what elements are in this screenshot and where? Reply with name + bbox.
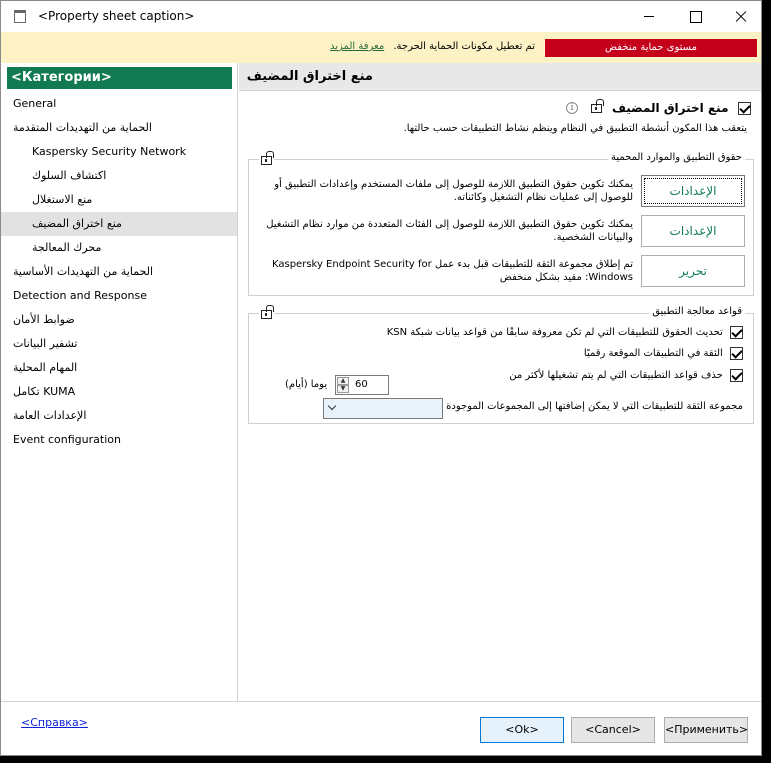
dialog-footer: <Справка> <Ok> <Cancel> <Применить> <box>1 701 761 755</box>
trust-group-edit-button[interactable]: تحرير <box>641 255 745 287</box>
ok-button[interactable]: <Ok> <box>480 717 564 743</box>
enable-component-label: منع اختراق المضيف <box>611 101 729 115</box>
trust-signed-label: الثقة في التطبيقات الموقعة رقميًا <box>583 348 723 359</box>
title-bar: <Property sheet caption> <box>1 1 761 32</box>
rights-lock-icon-wrap[interactable] <box>259 150 274 166</box>
categories-header: <Категории> <box>7 67 232 89</box>
property-sheet-window: <Property sheet caption> تم تعطيل مكونات… <box>0 0 762 756</box>
days-spinbox[interactable]: ▲ ▼ 60 <box>335 375 389 395</box>
nav-item-kuma-integration[interactable]: تكامل KUMA <box>1 380 237 404</box>
delete-rules-label: حذف قواعد التطبيقات التي لم يتم تشغيلها … <box>509 370 723 381</box>
learn-more-link[interactable]: معرفة المزيد <box>330 41 384 52</box>
file-rights-description: يمكنك تكوين حقوق التطبيق اللازمة للوصول … <box>274 179 633 203</box>
trust-signed-checkbox[interactable] <box>730 347 743 360</box>
protection-level-badge: مستوى حماية منخفض <box>545 39 757 57</box>
nav-item-local-tasks[interactable]: المهام المحلية <box>1 356 237 380</box>
trust-group-description: تم إطلاق مجموعة الثقة للتطبيقات قبل بدء … <box>271 259 633 283</box>
help-link[interactable]: <Справка> <box>21 716 88 729</box>
settings-panel: منع اختراق المضيف i منع اختراق المضيف يت… <box>239 63 761 701</box>
categories-panel: <Категории> General الحماية من التهديدات… <box>1 63 238 701</box>
rules-group-title: قواعد معالجة التطبيق <box>649 306 745 317</box>
nav-item-data-encryption[interactable]: تشفير البيانات <box>1 332 237 356</box>
rules-group: قواعد معالجة التطبيق تحديث الحقوق للتطبي… <box>248 304 754 424</box>
nav-item-general[interactable]: General <box>1 92 237 116</box>
nav-item-behavior-detection[interactable]: اكتشاف السلوك <box>1 164 237 188</box>
nav-item-ksn[interactable]: Kaspersky Security Network <box>1 140 237 164</box>
rights-group-title: حقوق التطبيق والموارد المحمية <box>607 152 745 163</box>
nav-item-detection-and-response[interactable]: Detection and Response <box>1 284 237 308</box>
nav-item-exploit-prevention[interactable]: منع الاستغلال <box>1 188 237 212</box>
info-icon[interactable]: i <box>565 102 578 114</box>
lock-icon <box>261 150 274 165</box>
enable-component-row: i منع اختراق المضيف <box>565 98 751 115</box>
nav-item-advanced-threat-protection[interactable]: الحماية من التهديدات المتقدمة <box>1 116 237 140</box>
chevron-down-icon <box>327 401 337 411</box>
resource-rights-settings-button[interactable]: الإعدادات <box>641 215 745 247</box>
rules-lock-icon-wrap[interactable] <box>259 304 274 320</box>
nav-item-remediation-engine[interactable]: محرك المعالجة <box>1 236 237 260</box>
ksn-update-option: تحديث الحقوق للتطبيقات التي لم تكن معروف… <box>387 326 743 339</box>
spin-down-icon[interactable]: ▼ <box>337 385 349 393</box>
nav-item-general-settings[interactable]: الإعدادات العامة <box>1 404 237 428</box>
close-button[interactable] <box>718 1 764 32</box>
delete-rules-option: حذف قواعد التطبيقات التي لم يتم تشغيلها … <box>509 369 743 382</box>
protection-warning-bar: تم تعطيل مكونات الحماية الحرجة. معرفة ال… <box>1 32 761 63</box>
nav-item-security-controls[interactable]: ضوابط الأمان <box>1 308 237 332</box>
warning-message: تم تعطيل مكونات الحماية الحرجة. <box>393 41 535 52</box>
ksn-update-checkbox[interactable] <box>730 326 743 339</box>
resource-rights-description: يمكنك تكوين حقوق التطبيق اللازمة للوصول … <box>266 219 633 243</box>
spin-up-icon[interactable]: ▲ <box>337 377 349 385</box>
warning-message-row: تم تعطيل مكونات الحماية الحرجة. معرفة ال… <box>201 41 535 52</box>
section-header: منع اختراق المضيف <box>239 63 761 91</box>
cancel-button[interactable]: <Cancel> <box>571 717 655 743</box>
enable-component-checkbox[interactable] <box>738 101 751 115</box>
trust-group-dropdown-label: مجموعة الثقة للتطبيقات التي لا يمكن إضاف… <box>446 401 743 412</box>
section-title: منع اختراق المضيف <box>246 69 373 84</box>
nav-item-event-configuration[interactable]: Event configuration <box>1 428 237 452</box>
trust-group-dropdown[interactable] <box>323 398 443 419</box>
nav-item-essential-threat-protection[interactable]: الحماية من التهديدات الأساسية <box>1 260 237 284</box>
days-unit-label: يوما (أيام) <box>285 379 328 390</box>
component-description: يتعقب هذا المكون أنشطة التطبيق في النظام… <box>403 123 747 134</box>
rights-group: حقوق التطبيق والموارد المحمية الإعدادات … <box>248 150 754 296</box>
app-window-icon <box>14 10 26 23</box>
window-title: <Property sheet caption> <box>38 9 195 23</box>
delete-rules-checkbox[interactable] <box>730 369 743 382</box>
minimize-button[interactable] <box>626 1 672 32</box>
apply-button[interactable]: <Применить> <box>664 717 748 743</box>
maximize-button[interactable] <box>672 1 718 32</box>
lock-icon[interactable] <box>591 98 605 113</box>
trust-signed-option: الثقة في التطبيقات الموقعة رقميًا <box>584 347 743 360</box>
ksn-update-label: تحديث الحقوق للتطبيقات التي لم تكن معروف… <box>386 327 723 338</box>
days-value: 60 <box>355 379 368 390</box>
nav-item-host-intrusion-prevention[interactable]: منع اختراق المضيف <box>1 212 237 236</box>
file-rights-settings-button[interactable]: الإعدادات <box>641 175 745 207</box>
lock-icon <box>261 304 274 319</box>
categories-tree: General الحماية من التهديدات المتقدمة Ka… <box>1 92 237 452</box>
days-spin-arrows[interactable]: ▲ ▼ <box>337 377 351 393</box>
